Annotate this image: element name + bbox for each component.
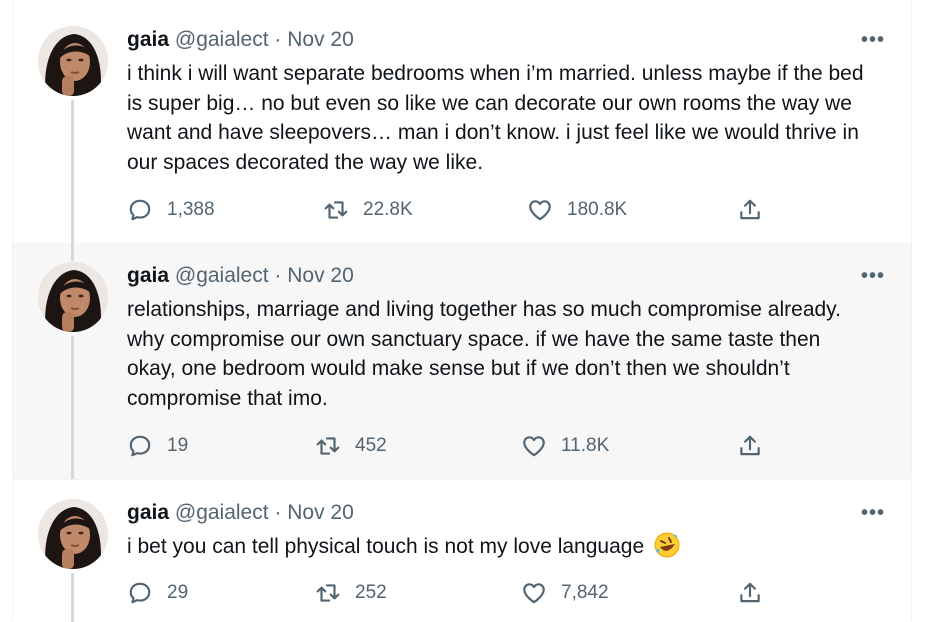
tweet-date[interactable]: · Nov 20 [274,28,353,51]
like-button[interactable]: 7,842 [521,580,609,606]
share-button[interactable] [737,433,777,459]
share-icon [740,582,760,603]
reply-icon [129,199,151,221]
tweet[interactable]: gaia @gaialect · Nov 20 ••• i think i wi… [13,0,911,243]
more-options-icon[interactable]: ••• [861,502,885,525]
thread-line [71,100,74,243]
like-count: 11.8K [561,435,610,456]
like-count: 180.8K [567,199,628,220]
avatar[interactable] [38,262,108,332]
tweet-actions: 1,388 22.8K 180.8K [127,197,777,227]
retweet-button[interactable]: 452 [315,433,387,459]
tweet-actions: 29 252 7,842 [127,580,777,610]
share-button[interactable] [737,197,777,223]
tweet[interactable]: gaia @gaialect · Nov 20 ••• i bet you ca… [13,479,911,622]
reply-button[interactable]: 29 [127,580,188,606]
author-name[interactable]: gaia [127,264,169,287]
reply-count: 29 [167,582,189,603]
reply-count: 1,388 [167,199,215,220]
author-name[interactable]: gaia [127,501,169,524]
reply-icon [129,582,151,604]
heart-icon [523,583,545,604]
more-options-icon[interactable]: ••• [861,265,885,288]
tweet-text: i think i will want separate bedrooms wh… [127,62,864,174]
heart-icon [523,436,545,457]
tweet-text-content: i bet you can tell physical touch is not… [127,535,645,558]
reply-icon [129,435,151,457]
tweet-date[interactable]: · Nov 20 [274,264,353,287]
retweet-button[interactable]: 22.8K [323,197,413,223]
avatar[interactable] [38,26,108,96]
heart-icon [529,200,551,221]
tweet-header: gaia @gaialect · Nov 20 [127,263,354,289]
thread-line [71,243,74,261]
tweet-text: relationships, marriage and living toget… [127,298,841,410]
like-button[interactable]: 11.8K [521,433,609,459]
tweet-header: gaia @gaialect · Nov 20 [127,500,354,526]
tweet-text: i bet you can tell physical touch is not… [127,532,867,562]
like-button[interactable]: 180.8K [527,197,627,223]
retweet-button[interactable]: 252 [315,580,387,606]
more-options-icon[interactable]: ••• [861,29,885,52]
retweet-icon [324,201,348,219]
share-icon [740,199,760,220]
like-count: 7,842 [561,582,609,603]
author-handle[interactable]: @gaialect [175,28,269,51]
share-icon [740,435,760,456]
share-button[interactable] [737,580,777,606]
retweet-count: 22.8K [363,199,413,220]
reply-button[interactable]: 19 [127,433,188,459]
thread-line [71,336,74,479]
author-handle[interactable]: @gaialect [175,264,269,287]
tweet[interactable]: gaia @gaialect · Nov 20 ••• relationship… [13,243,911,479]
tweet-actions: 19 452 11.8K [127,433,777,463]
retweet-count: 452 [355,435,387,456]
reply-button[interactable]: 1,388 [127,197,215,223]
retweet-icon [316,584,340,602]
rolling-on-floor-laughing-emoji [654,532,680,558]
avatar[interactable] [38,499,108,569]
retweet-icon [316,437,340,455]
reply-count: 19 [167,435,189,456]
tweet-date[interactable]: · Nov 20 [274,501,353,524]
author-name[interactable]: gaia [127,28,169,51]
thread-line [71,573,74,622]
tweet-header: gaia @gaialect · Nov 20 [127,27,354,53]
author-handle[interactable]: @gaialect [175,501,269,524]
retweet-count: 252 [355,582,387,603]
timeline: gaia @gaialect · Nov 20 ••• i think i wi… [12,0,912,622]
